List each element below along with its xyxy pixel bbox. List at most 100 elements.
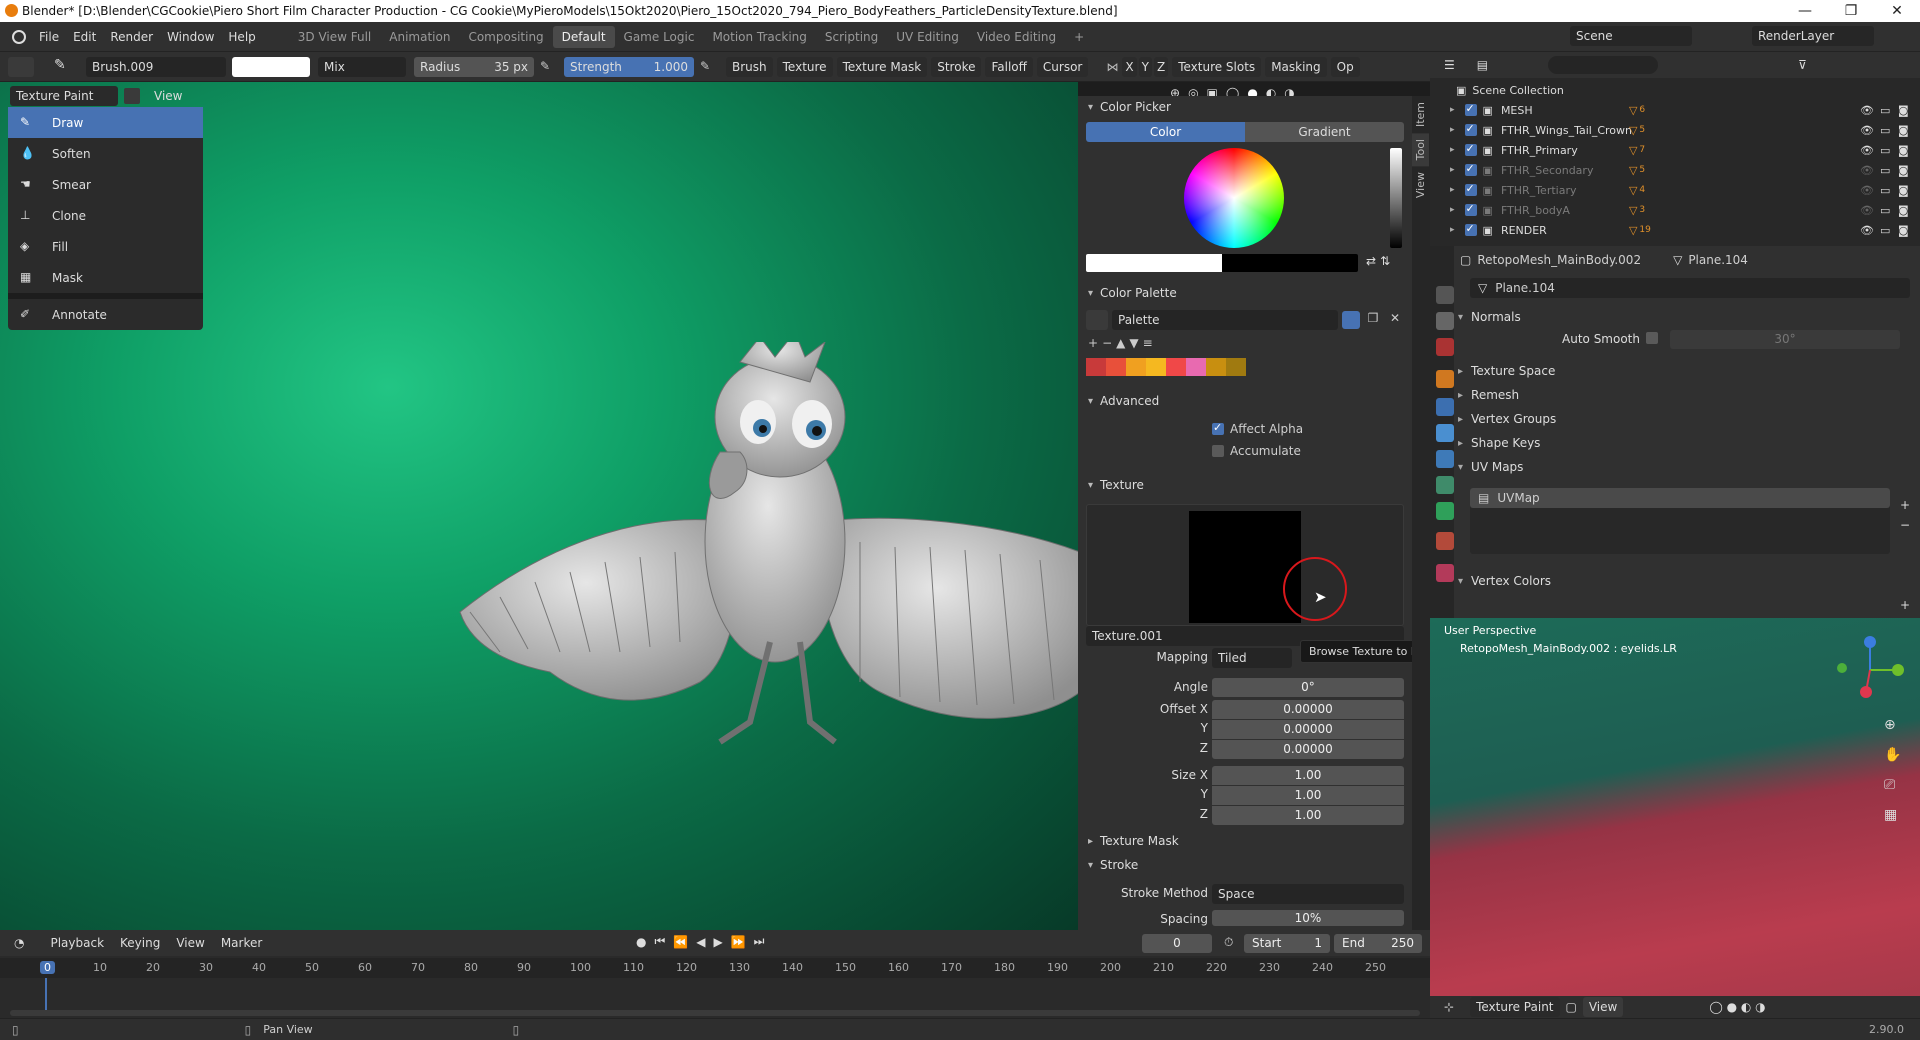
color-tab[interactable]: Color xyxy=(1086,122,1245,142)
tab-video-editing[interactable]: Video Editing xyxy=(968,26,1065,48)
tab-motion-tracking[interactable]: Motion Tracking xyxy=(703,26,815,48)
modifier-tab-icon[interactable] xyxy=(1436,398,1454,416)
mini3d-mode-select[interactable]: Texture Paint xyxy=(1470,997,1560,1017)
visibility-eye-icon[interactable]: 👁 xyxy=(1860,184,1874,197)
texture-menu[interactable]: Texture xyxy=(776,56,833,77)
mirror-y-toggle[interactable]: Y xyxy=(1138,56,1152,77)
render-disable-icon[interactable]: ◙ xyxy=(1898,184,1909,197)
stroke-menu[interactable]: Stroke xyxy=(931,56,982,77)
viewport-disable-icon[interactable]: ▭ xyxy=(1880,144,1890,157)
tab-view[interactable]: View xyxy=(1412,166,1429,204)
frame-ruler[interactable]: 0 10 20 30 40 50 60 70 80 90 100 110 120 130 140 150 160… xyxy=(0,958,1430,978)
cursor-menu[interactable]: Cursor xyxy=(1036,56,1089,77)
tab-3d-view-full[interactable]: 3D View Full xyxy=(289,26,381,48)
tab-game-logic[interactable]: Game Logic xyxy=(615,26,704,48)
palette-swatch[interactable] xyxy=(1166,358,1186,376)
texture-slots-menu[interactable]: Texture Slots xyxy=(1172,56,1262,77)
remesh-panel-header[interactable]: Remesh xyxy=(1458,384,1519,406)
viewport-disable-icon[interactable]: ▭ xyxy=(1880,184,1890,197)
viewport-disable-icon[interactable]: ▭ xyxy=(1880,104,1890,117)
value-slider[interactable] xyxy=(1390,148,1402,248)
stroke-method-select[interactable]: Space xyxy=(1212,884,1404,904)
playback-menu[interactable]: Playback xyxy=(44,933,110,953)
falloff-menu[interactable]: Falloff xyxy=(985,56,1033,77)
render-disable-icon[interactable]: ◙ xyxy=(1898,104,1909,117)
start-frame-field[interactable]: Start 1 xyxy=(1244,934,1330,953)
pan-hand-icon[interactable]: ✋ xyxy=(1884,740,1901,770)
tool-fill[interactable]: ◈ Fill xyxy=(8,231,203,262)
texture-preview-frame[interactable]: ➤ xyxy=(1086,504,1404,626)
strength-slider[interactable]: Strength 1.000 xyxy=(564,56,694,77)
expand-arrow-icon[interactable]: ▸ xyxy=(1450,125,1455,135)
timeline-view-menu[interactable]: View xyxy=(170,933,210,953)
add-uv-map-icon[interactable]: + xyxy=(1900,498,1910,512)
texture-space-panel-header[interactable]: Texture Space xyxy=(1458,360,1555,382)
shape-keys-panel-header[interactable]: Shape Keys xyxy=(1458,432,1540,454)
exclude-checkbox[interactable] xyxy=(1464,222,1477,236)
blender-menu-icon[interactable] xyxy=(12,29,26,44)
keying-menu[interactable]: Keying xyxy=(114,933,166,953)
color-picker-header[interactable]: Color Picker xyxy=(1078,96,1412,118)
exclude-checkbox[interactable] xyxy=(1464,182,1477,196)
brush-color-swatch[interactable] xyxy=(232,56,310,77)
prev-key-icon[interactable]: ⏪ xyxy=(673,935,688,949)
next-key-icon[interactable]: ⏩ xyxy=(731,935,746,949)
scene-tab-icon[interactable] xyxy=(1436,338,1454,356)
add-color-icon[interactable]: + xyxy=(1088,336,1098,350)
palette-swatch[interactable] xyxy=(1106,358,1126,376)
scene-selector[interactable]: Scene xyxy=(1570,26,1692,46)
visibility-eye-icon[interactable]: 👁 xyxy=(1860,204,1874,217)
tab-compositing[interactable]: Compositing xyxy=(459,26,552,48)
exclude-checkbox[interactable] xyxy=(1464,202,1477,216)
viewport-disable-icon[interactable]: ▭ xyxy=(1880,204,1890,217)
remove-uv-map-icon[interactable]: − xyxy=(1900,518,1910,532)
visibility-eye-icon[interactable]: 👁 xyxy=(1860,144,1874,157)
view-layer-selector[interactable]: RenderLayer xyxy=(1752,26,1874,46)
blend-mode-select[interactable]: Mix xyxy=(318,56,406,77)
offset-x-field[interactable]: 0.00000 xyxy=(1212,700,1404,719)
maximize-button[interactable]: ❐ xyxy=(1828,0,1874,22)
outliner-row[interactable]: ▸ ▣ RENDER ▽19 👁 ▭ ◙ xyxy=(1430,220,1920,240)
spacing-slider[interactable]: 10% xyxy=(1212,910,1404,926)
expand-arrow-icon[interactable]: ▸ xyxy=(1450,165,1455,175)
tool-annotate[interactable]: ✐ Annotate xyxy=(8,299,203,330)
color-swatch-bar[interactable] xyxy=(1086,254,1358,272)
remove-color-icon[interactable]: − xyxy=(1102,336,1112,350)
eyedropper-icon[interactable]: ⇅ xyxy=(1380,254,1390,268)
mesh-data-field[interactable]: Plane.104 xyxy=(1495,281,1555,295)
move-down-icon[interactable]: ▼ xyxy=(1129,336,1138,350)
close-button[interactable]: ✕ xyxy=(1874,0,1920,22)
palette-swatch[interactable] xyxy=(1206,358,1226,376)
camera-view-icon[interactable]: ⎚ xyxy=(1884,770,1901,800)
color-wheel[interactable] xyxy=(1184,148,1284,248)
auto-smooth-angle-field[interactable]: 30° xyxy=(1670,330,1900,349)
outliner-row[interactable]: ▸ ▣ FTHR_bodyA ▽3 👁 ▭ ◙ xyxy=(1430,200,1920,220)
tab-uv-editing[interactable]: UV Editing xyxy=(887,26,968,48)
viewport-disable-icon[interactable]: ▭ xyxy=(1880,224,1890,237)
tool-soften[interactable]: 💧 Soften xyxy=(8,138,203,169)
expand-arrow-icon[interactable]: ▸ xyxy=(1450,145,1455,155)
sort-icon[interactable]: ≡ xyxy=(1143,336,1153,350)
gradient-tab[interactable]: Gradient xyxy=(1245,122,1404,142)
size-x-field[interactable]: 1.00 xyxy=(1212,766,1404,785)
color-palette-header[interactable]: Color Palette xyxy=(1078,282,1412,304)
exclude-checkbox[interactable] xyxy=(1464,122,1477,136)
new-palette-icon[interactable]: ❐ xyxy=(1364,311,1382,329)
accumulate-checkbox[interactable] xyxy=(1212,445,1224,457)
render-tab-icon[interactable] xyxy=(1436,312,1454,330)
menu-file[interactable]: File xyxy=(32,26,66,48)
timeline-editor-icon[interactable]: ◔ xyxy=(14,936,24,950)
render-disable-icon[interactable]: ◙ xyxy=(1898,144,1909,157)
particles-tab-icon[interactable] xyxy=(1436,424,1454,442)
shading-buttons-icon[interactable]: ◯ ● ◐ ◑ xyxy=(1709,1000,1765,1014)
render-disable-icon[interactable]: ◙ xyxy=(1898,204,1909,217)
angle-field[interactable]: 0° xyxy=(1212,678,1404,697)
visibility-eye-icon[interactable]: 👁 xyxy=(1860,104,1874,117)
brush-menu[interactable]: Brush xyxy=(726,56,773,77)
palette-type-icon[interactable] xyxy=(1086,310,1108,330)
preview-range-icon[interactable]: ⏱ xyxy=(1224,935,1233,950)
mirror-z-toggle[interactable]: Z xyxy=(1153,56,1169,77)
marker-menu[interactable]: Marker xyxy=(215,933,268,953)
add-vertex-color-icon[interactable]: + xyxy=(1900,598,1910,612)
expand-arrow-icon[interactable]: ▸ xyxy=(1450,185,1455,195)
